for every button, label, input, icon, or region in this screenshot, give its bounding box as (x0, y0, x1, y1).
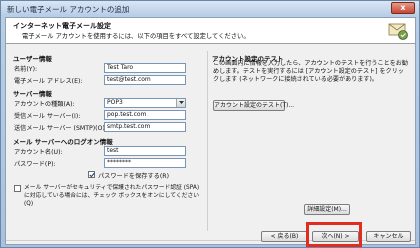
spa-checkbox[interactable] (14, 185, 21, 192)
server-info-heading: サーバー情報 (13, 90, 52, 98)
remember-password-label: パスワードを保存する(R) (98, 173, 170, 180)
email-field[interactable]: test@test.com (104, 75, 186, 85)
incoming-server-label: 受信メール サーバー(I): (14, 113, 81, 120)
spa-label: メール サーバーがセキュリティで保護されたパスワード認証 (SPA) に対応して… (24, 185, 200, 207)
name-label: 名前(Y): (14, 66, 38, 73)
outgoing-server-field[interactable]: smtp.test.com (104, 122, 186, 132)
cancel-button[interactable]: キャンセル (366, 231, 411, 242)
name-field[interactable]: Test Taro (104, 63, 186, 73)
back-button[interactable]: < 戻る(B) (261, 231, 308, 242)
account-type-label: アカウントの種類(A): (14, 101, 75, 108)
header-title: インターネット電子メール設定 (13, 22, 111, 30)
remember-password-checkbox[interactable] (88, 171, 95, 178)
title-bar: 新しい電子メール アカウントの追加 x (1, 1, 419, 16)
user-info-heading: ユーザー情報 (13, 55, 52, 63)
incoming-server-field[interactable]: pop.test.com (104, 110, 186, 120)
account-type-select[interactable]: POP3 (104, 98, 186, 108)
account-type-value: POP3 (107, 99, 123, 106)
test-settings-description: この画面内に情報を入力したら、アカウントのテストを行うことをお勧めします。テスト… (213, 60, 408, 83)
window-title: 新しい電子メール アカウントの追加 (7, 5, 130, 14)
test-account-settings-button[interactable]: アカウント設定のテスト(T)... (213, 100, 294, 111)
mail-settings-icon (388, 23, 408, 40)
account-name-label: アカウント名(U): (14, 149, 63, 156)
more-settings-button[interactable]: 詳細設定(M)... (304, 204, 350, 215)
header-subtitle: 電子メール アカウントを使用するには、以下の項目をすべて設定してください。 (22, 33, 250, 40)
logon-info-heading: メール サーバーへのログオン情報 (13, 138, 113, 146)
account-name-field[interactable]: test (104, 146, 186, 156)
chevron-down-icon[interactable] (176, 99, 185, 107)
password-label: パスワード(P): (14, 161, 56, 168)
add-email-account-window: 新しい電子メール アカウントの追加 x インターネット電子メール設定 電子メール… (0, 0, 420, 248)
email-label: 電子メール アドレス(E): (14, 78, 83, 85)
close-button[interactable]: x (391, 2, 415, 14)
dialog-body: インターネット電子メール設定 電子メール アカウントを使用するには、以下の項目を… (5, 17, 416, 245)
dialog-header: インターネット電子メール設定 電子メール アカウントを使用するには、以下の項目を… (6, 18, 415, 44)
column-divider (207, 51, 208, 231)
outgoing-server-label: 送信メール サーバー (SMTP)(O): (14, 125, 107, 132)
password-field[interactable]: ******** (104, 158, 186, 168)
checkmark-icon (89, 172, 95, 178)
next-button-highlight (306, 222, 362, 247)
